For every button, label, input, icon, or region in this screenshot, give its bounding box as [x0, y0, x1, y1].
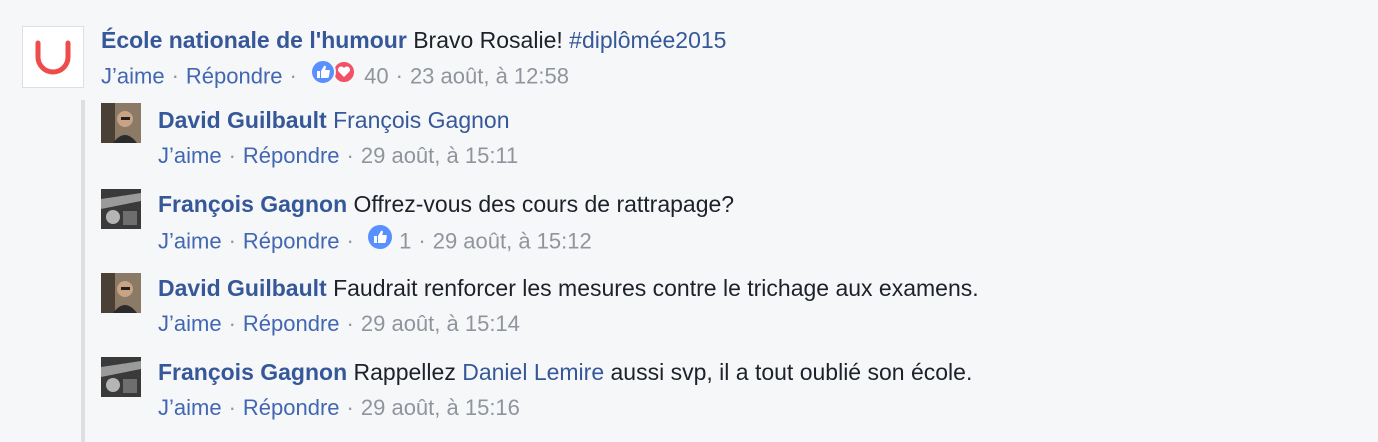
reply-author[interactable]: David Guilbault [158, 275, 327, 301]
profile-photo [101, 357, 141, 397]
reply-actions: J’aime · Répondre · 29 août, à 15:16 [158, 394, 520, 422]
reply-line-1: David Guilbault François Gagnon [158, 106, 510, 134]
reply-author[interactable]: François Gagnon [158, 191, 347, 217]
reactions[interactable] [367, 224, 393, 257]
like-button[interactable]: J’aime [158, 143, 222, 168]
reaction-count[interactable]: 40 [364, 63, 388, 88]
separator: · [228, 143, 236, 168]
reply-text: Rappellez [353, 359, 456, 385]
timestamp[interactable]: 29 août, à 15:14 [361, 311, 520, 336]
reply-actions: J’aime · Répondre · 29 août, à 15:11 [158, 142, 518, 170]
like-button[interactable]: J’aime [158, 228, 222, 253]
reply-button[interactable]: Répondre [243, 395, 340, 420]
separator: · [346, 143, 354, 168]
timestamp[interactable]: 29 août, à 15:12 [433, 228, 592, 253]
separator: · [289, 63, 297, 89]
like-love-reactions-icon [310, 59, 356, 85]
comment-line: École nationale de l'humour Bravo Rosali… [101, 26, 726, 54]
timestamp[interactable]: 29 août, à 15:11 [361, 143, 518, 168]
reactions[interactable] [310, 59, 358, 92]
reply-button[interactable]: Répondre [243, 311, 340, 336]
reply-thread-line [81, 100, 85, 442]
avatar[interactable] [101, 273, 141, 313]
like-reaction-icon [368, 225, 392, 249]
reply-text: aussi svp, il a tout oublié son école. [610, 359, 973, 385]
like-button[interactable]: J’aime [158, 395, 222, 420]
hashtag-link[interactable]: #diplômée2015 [569, 27, 726, 53]
separator: · [346, 395, 354, 420]
reply-author[interactable]: David Guilbault [158, 107, 327, 133]
reply-line-2: François Gagnon Offrez-vous des cours de… [158, 190, 734, 218]
separator: · [418, 228, 426, 254]
like-button[interactable]: J’aime [101, 63, 165, 88]
separator: · [228, 311, 236, 336]
reply-button[interactable]: Répondre [243, 228, 340, 253]
like-button[interactable]: J’aime [158, 311, 222, 336]
reply-text: Offrez-vous des cours de rattrapage? [353, 191, 735, 217]
timestamp[interactable]: 23 août, à 12:58 [410, 63, 569, 88]
separator: · [395, 63, 403, 89]
profile-photo [101, 273, 141, 313]
reaction-count[interactable]: 1 [399, 228, 411, 253]
avatar[interactable] [101, 103, 141, 143]
separator: · [228, 228, 236, 254]
reply-author[interactable]: François Gagnon [158, 359, 347, 385]
reply-text: Faudrait renforcer les mesures contre le… [333, 275, 979, 301]
separator: · [346, 311, 354, 336]
avatar[interactable] [101, 189, 141, 229]
reply-actions: J’aime · Répondre · 29 août, à 15:14 [158, 310, 520, 338]
separator: · [228, 395, 236, 420]
comment-actions: J’aime · Répondre · 40 · 23 août, à 12:58 [101, 59, 569, 94]
profile-photo [101, 103, 141, 143]
timestamp[interactable]: 29 août, à 15:16 [361, 395, 520, 420]
reply-line-4: François Gagnon Rappellez Daniel Lemire … [158, 358, 972, 386]
comment-author[interactable]: École nationale de l'humour [101, 27, 407, 53]
page-avatar[interactable] [22, 26, 84, 88]
comment-text: Bravo Rosalie! [413, 27, 563, 53]
avatar[interactable] [101, 357, 141, 397]
mention-link[interactable]: François Gagnon [333, 107, 509, 133]
reply-button[interactable]: Répondre [243, 143, 340, 168]
separator: · [346, 228, 354, 254]
separator: · [171, 63, 179, 89]
logo-u-icon [35, 40, 71, 75]
profile-photo [101, 189, 141, 229]
reply-line-3: David Guilbault Faudrait renforcer les m… [158, 274, 979, 302]
reply-button[interactable]: Répondre [186, 63, 283, 88]
reply-actions: J’aime · Répondre · 1 · 29 août, à 15:12 [158, 224, 592, 259]
mention-link[interactable]: Daniel Lemire [462, 359, 604, 385]
